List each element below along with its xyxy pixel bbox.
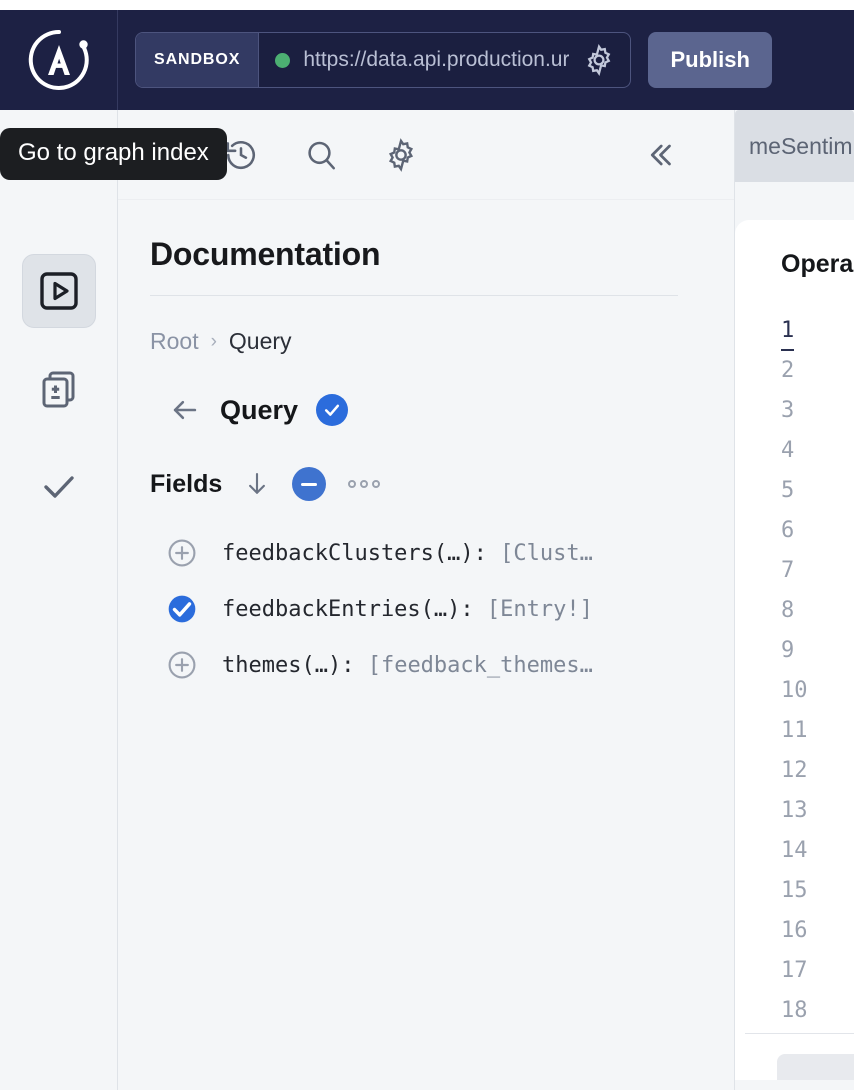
line-number[interactable]: 2 [781,351,794,391]
plus-circle-icon[interactable] [166,537,198,569]
field-return-type: [feedback_themes… [368,653,593,678]
line-number[interactable]: 18 [781,991,808,1031]
line-number[interactable]: 9 [781,631,794,671]
field-return-type: [Clust… [500,541,593,566]
sidebar-item-explorer[interactable] [22,254,96,328]
line-number[interactable]: 12 [781,751,808,791]
line-number[interactable]: 6 [781,511,794,551]
collapse-chevrons-icon[interactable] [628,124,690,186]
editor-footer-pill[interactable] [777,1054,854,1080]
sandbox-explorer-app: SANDBOX https://data.api.production.ur P… [0,0,854,1090]
left-rail [0,110,118,1090]
endpoint-settings-gear-icon[interactable] [582,43,620,77]
documentation-panel: Documentation Root › Query Query Fields [118,200,734,1090]
check-circle-icon[interactable] [166,593,198,625]
more-dots-icon[interactable] [346,474,382,494]
page-title: Documentation [150,236,700,273]
endpoint-url-field[interactable]: https://data.api.production.ur [259,33,630,87]
field-name: feedbackClusters(…): [222,541,500,566]
endpoint-url-text: https://data.api.production.ur [303,48,569,72]
operation-tabstrip: meSentim [735,110,854,200]
line-number[interactable]: 8 [781,591,794,631]
settings-gear-icon[interactable] [370,124,432,186]
editor-footer-divider [745,1033,854,1034]
field-signature: themes(…): [feedback_themes… [222,653,593,678]
line-number[interactable]: 13 [781,791,808,831]
line-number[interactable]: 1 [781,311,794,351]
line-number[interactable]: 3 [781,391,794,431]
field-name: feedbackEntries(…): [222,597,487,622]
type-selected-check-circle-icon[interactable] [316,394,348,426]
plus-circle-icon[interactable] [166,649,198,681]
sidebar-item-checks[interactable] [22,450,96,524]
field-return-type: [Entry!] [487,597,593,622]
fields-section-header: Fields [150,467,700,501]
line-number[interactable]: 17 [781,951,808,991]
editor-line-numbers: 1 2 3 4 5 6 7 8 9 10 11 12 13 14 15 16 1… [735,311,854,1031]
line-number[interactable]: 5 [781,471,794,511]
field-signature: feedbackClusters(…): [Clust… [222,541,593,566]
tooltip-go-to-graph-index: Go to graph index [0,128,227,180]
field-name: themes(…): [222,653,368,678]
breadcrumb-current: Query [229,328,292,355]
fields-list: feedbackClusters(…): [Clust… feedbackEnt… [150,525,700,693]
line-number[interactable]: 7 [781,551,794,591]
logo-cell[interactable] [0,10,118,110]
operation-pane: meSentim Opera 1 2 3 4 5 6 7 8 9 10 11 1… [734,110,854,1090]
line-number[interactable]: 15 [781,871,808,911]
apollo-logo [25,26,93,94]
operation-card-title: Opera [735,250,854,279]
window-top-edge [0,0,854,10]
breadcrumb-separator: › [211,331,217,353]
sandbox-badge: SANDBOX [136,33,259,87]
breadcrumb-root[interactable]: Root [150,328,199,355]
connection-status-dot [275,53,290,68]
line-number[interactable]: 11 [781,711,808,751]
checks-check-icon [35,463,83,511]
field-row-themes[interactable]: themes(…): [feedback_themes… [150,637,700,693]
type-header-row: Query [150,393,700,427]
field-signature: feedbackEntries(…): [Entry!] [222,597,593,622]
publish-button[interactable]: Publish [648,32,771,88]
line-number[interactable]: 4 [781,431,794,471]
breadcrumb: Root › Query [150,328,700,355]
search-icon[interactable] [290,124,352,186]
line-number[interactable]: 16 [781,911,808,951]
arrow-down-icon[interactable] [242,469,272,499]
schema-diff-icon [36,366,82,412]
sidebar-item-schema-diff[interactable] [22,352,96,426]
endpoint-url-group: SANDBOX https://data.api.production.ur [135,32,631,88]
operation-editor-card: Opera 1 2 3 4 5 6 7 8 9 10 11 12 13 14 1… [735,220,854,1080]
type-name: Query [220,395,298,426]
operation-tab[interactable]: meSentim [735,110,854,182]
field-row-feedbackClusters[interactable]: feedbackClusters(…): [Clust… [150,525,700,581]
fields-label: Fields [150,470,222,499]
explorer-play-icon [37,269,81,313]
minus-circle-icon[interactable] [292,467,326,501]
back-arrow-icon[interactable] [168,393,202,427]
line-number[interactable]: 14 [781,831,808,871]
top-navigation-bar: SANDBOX https://data.api.production.ur P… [0,10,854,110]
title-divider [150,295,678,296]
line-number[interactable]: 10 [781,671,808,711]
field-row-feedbackEntries[interactable]: feedbackEntries(…): [Entry!] [150,581,700,637]
